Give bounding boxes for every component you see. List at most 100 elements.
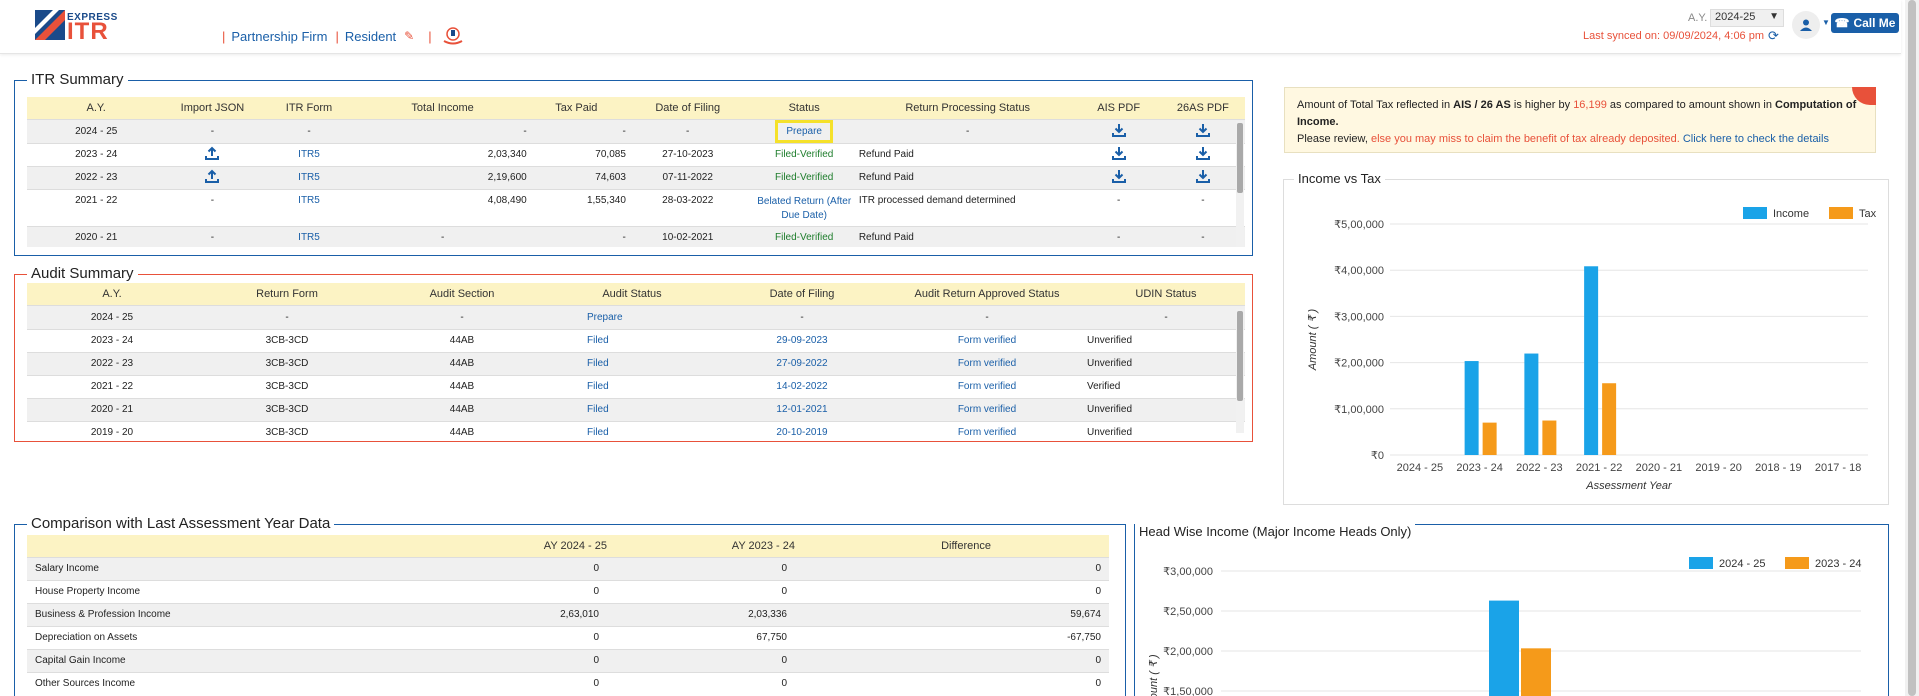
comparison-panel: Comparison with Last Assessment Year Dat… [14,515,1126,696]
call-me-button[interactable]: ☎ Call Me [1831,13,1899,33]
legend-label: 2023 - 24 [1815,558,1861,570]
table-row: 2021 - 22 - ITR5 4,08,490 1,55,340 28-03… [27,188,1245,226]
audit-prepare-link[interactable]: Prepare [547,304,717,329]
edit-pencil-icon[interactable]: ✎ [404,29,414,43]
x-tick-label: 2021 - 22 [1576,462,1622,474]
y-tick-label: ₹3,00,000 [1334,311,1384,323]
download-icon[interactable] [1111,123,1126,137]
legend-swatch-income [1743,207,1767,219]
itr-form-link[interactable]: ITR5 [259,142,359,166]
bar-2024-25 [1489,600,1519,696]
table-row: 2023 - 24 3CB-3CD 44AB Filed 29-09-2023 … [27,328,1245,352]
table-row: Other Sources Income 0 0 0 [27,671,1109,695]
bar-tax [1542,420,1557,455]
refresh-icon[interactable]: ⟳ [1768,28,1779,44]
comparison-table: AY 2024 - 25 AY 2023 - 24 Difference Sal… [27,535,1109,695]
head-wise-income-chart: ₹1,50,000 ₹2,00,000 ₹2,50,000 ₹3,00,000 Amou… [1148,557,1861,696]
download-icon[interactable] [1195,123,1210,137]
bar-tax [1602,383,1617,455]
itr-summary-panel: ITR Summary A.Y. Import JSON ITR Form To… [14,71,1253,256]
bar-income [1464,361,1479,455]
y-tick-label: ₹4,00,000 [1334,265,1384,277]
legend-label: 2024 - 25 [1719,558,1765,570]
legend-swatch-tax [1829,207,1853,219]
table-row: 2021 - 22 3CB-3CD 44AB Filed 14-02-2022 … [27,374,1245,398]
x-tick-label: 2020 - 21 [1636,462,1682,474]
page-scrollbar[interactable] [1905,0,1919,696]
y-axis-label: Amount ( ₹ ) [1148,654,1160,696]
legend-swatch [1785,557,1809,569]
table-row: 2023 - 24 ITR5 2,03,340 70,085 27-10-202… [27,142,1245,166]
y-tick-label: ₹0 [1371,450,1384,462]
check-details-link[interactable]: Click here to check the details [1680,133,1829,145]
income-vs-tax-chart-panel: Income vs Tax ₹0 ₹1,00,000 ₹2,00,000 ₹3,00,… [1283,171,1889,505]
user-icon [1800,19,1812,31]
legend-label: Tax [1859,208,1877,220]
ay-select[interactable]: 2024-25 ▼ [1710,9,1784,27]
table-row: Depreciation on Assets 0 67,750 -67,750 [27,625,1109,649]
breadcrumb: | Partnership Firm | Resident ✎ | [222,26,464,46]
audit-summary-header: A.Y. Return Form Audit Section Audit Sta… [27,283,1245,305]
table-row: House Property Income 0 0 0 [27,579,1109,603]
audit-summary-panel: Audit Summary A.Y. Return Form Audit Sec… [14,265,1253,442]
itr-table-scrollbar[interactable] [1236,121,1244,247]
table-row: Business & Profession Income 2,63,010 2,… [27,602,1109,626]
logo-mark-icon [35,10,65,40]
express-itr-logo[interactable]: EXPRESS ITR [35,10,125,44]
y-axis-label: Amount ( ₹ ) [1307,308,1319,371]
income-tax-emblem-icon[interactable] [442,26,464,46]
x-tick-label: 2023 - 24 [1456,462,1502,474]
itr-form-link[interactable]: ITR5 [259,225,359,247]
head-wise-income-panel: Head Wise Income (Major Income Heads Onl… [1134,524,1889,696]
crumb-residency[interactable]: Resident [345,29,396,44]
download-icon[interactable] [1111,146,1126,160]
chevron-down-icon: ▼ [1769,11,1779,22]
y-tick-label: ₹1,50,000 [1163,686,1213,696]
audit-summary-table: A.Y. Return Form Audit Section Audit Sta… [27,283,1245,435]
comparison-header: AY 2024 - 25 AY 2023 - 24 Difference [27,535,1109,557]
phone-icon: ☎ [1834,16,1850,30]
user-menu-caret-icon[interactable]: ▼ [1822,18,1830,27]
bar-income [1524,353,1539,455]
y-tick-label: ₹5,00,000 [1334,219,1384,231]
last-synced-text: Last synced on: 09/09/2024, 4:06 pm [1583,30,1765,42]
upload-icon[interactable] [205,146,220,160]
download-icon[interactable] [1195,146,1210,160]
ay-label: A.Y. [1688,12,1708,24]
download-icon[interactable] [1195,169,1210,183]
user-menu-button[interactable] [1792,11,1820,39]
crumb-entity-type[interactable]: Partnership Firm [231,29,327,44]
itr-form-link[interactable]: ITR5 [259,188,359,226]
bar-income [1584,266,1599,455]
upload-icon[interactable] [205,169,220,183]
tax-mismatch-alert: Amount of Total Tax reflected in AIS / 2… [1284,87,1876,153]
table-row: 2022 - 23 ITR5 2,19,600 74,603 07-11-202… [27,165,1245,189]
table-row: 2020 - 21 3CB-3CD 44AB Filed 12-01-2021 … [27,397,1245,421]
comparison-title: Comparison with Last Assessment Year Dat… [27,515,335,532]
logo-text-itr: ITR [67,18,109,45]
bar-tax [1482,422,1497,455]
prepare-link[interactable]: Prepare [775,119,833,143]
audit-summary-title: Audit Summary [27,265,138,282]
x-tick-label: 2019 - 20 [1695,462,1741,474]
x-tick-label: 2022 - 23 [1516,462,1562,474]
table-row: 2019 - 20 3CB-3CD 44AB Filed 20-10-2019 … [27,420,1245,435]
table-row: 2022 - 23 3CB-3CD 44AB Filed 27-09-2022 … [27,351,1245,375]
bar-2023-24 [1521,648,1551,696]
table-row: 2024 - 25 - - - - - Prepare - [27,118,1245,143]
legend-label: Income [1773,208,1809,220]
table-row: 2020 - 21 - ITR5 - - 10-02-2021 Filed-Ve… [27,225,1245,247]
y-tick-label: ₹2,50,000 [1163,606,1213,618]
x-axis-label: Assessment Year [1585,480,1673,492]
itr-summary-table: A.Y. Import JSON ITR Form Total Income T… [27,97,1245,247]
itr-summary-header: A.Y. Import JSON ITR Form Total Income T… [27,97,1245,119]
x-tick-label: 2018 - 19 [1755,462,1801,474]
download-icon[interactable] [1111,169,1126,183]
audit-table-scrollbar[interactable] [1236,309,1244,433]
x-tick-label: 2024 - 25 [1397,462,1443,474]
itr-form-link[interactable]: ITR5 [259,165,359,189]
y-tick-label: ₹2,00,000 [1334,358,1384,370]
legend-swatch [1689,557,1713,569]
y-tick-label: ₹2,00,000 [1163,646,1213,658]
x-tick-label: 2017 - 18 [1815,462,1861,474]
